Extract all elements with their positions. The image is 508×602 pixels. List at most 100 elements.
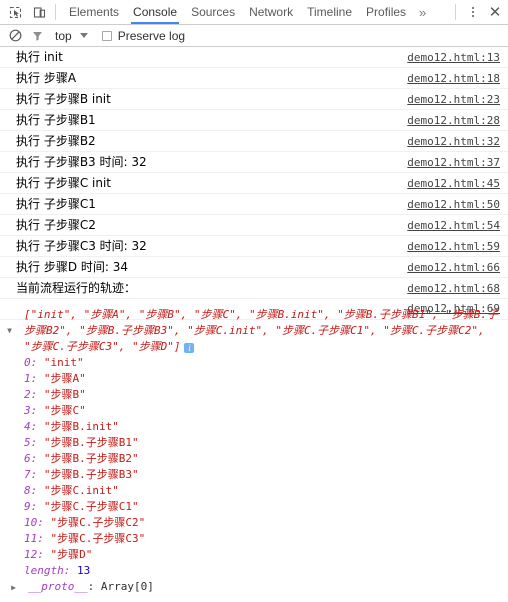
tab-console[interactable]: Console <box>126 0 184 24</box>
array-item-value: "步骤B.子步骤B2" <box>43 452 139 465</box>
source-link[interactable]: demo12.html:59 <box>397 237 500 256</box>
array-item-value: "步骤B" <box>43 388 86 401</box>
console-message: 执行 init <box>16 50 63 64</box>
array-preview-text: ["init", "步骤A", "步骤B", "步骤C", "步骤B.init"… <box>24 308 499 353</box>
console-row[interactable]: 当前流程运行的轨迹： demo12.html:68 <box>0 278 508 299</box>
source-link[interactable]: demo12.html:32 <box>397 132 500 151</box>
collapse-triangle-icon[interactable] <box>8 580 19 596</box>
source-link[interactable]: demo12.html:13 <box>397 48 500 67</box>
array-item-value: "步骤D" <box>50 548 93 561</box>
array-item-index: 3 <box>24 404 31 417</box>
panel-tabs: Elements Console Sources Network Timelin… <box>62 0 451 24</box>
inspect-cursor-icon[interactable] <box>3 0 27 24</box>
array-item[interactable]: 11: "步骤C.子步骤C3" <box>24 531 500 547</box>
console-message: 执行 子步骤B1 <box>16 113 96 127</box>
array-length-key: length <box>24 564 64 577</box>
array-item-index: 4 <box>24 420 31 433</box>
array-preview-row[interactable]: ["init", "步骤A", "步骤B", "步骤C", "步骤B.init"… <box>4 308 500 355</box>
array-item[interactable]: 4: "步骤B.init" <box>24 419 500 435</box>
console-row[interactable]: 执行 子步骤C2 demo12.html:54 <box>0 215 508 236</box>
console-row[interactable]: 执行 init demo12.html:13 <box>0 47 508 68</box>
array-item[interactable]: 7: "步骤B.子步骤B3" <box>24 467 500 483</box>
execution-context-label[interactable]: top <box>55 29 72 43</box>
array-proto-row[interactable]: __proto__: Array[0] <box>4 579 500 596</box>
array-item-index: 5 <box>24 436 31 449</box>
array-item[interactable]: 8: "步骤C.init" <box>24 483 500 499</box>
console-row[interactable]: 执行 步骤A demo12.html:18 <box>0 68 508 89</box>
array-item[interactable]: 3: "步骤C" <box>24 403 500 419</box>
array-length-value: 13 <box>77 564 91 577</box>
source-link[interactable]: demo12.html:18 <box>397 69 500 88</box>
close-icon[interactable]: ✕ <box>484 1 506 23</box>
proto-label: __proto__: Array[0] <box>28 580 154 593</box>
array-item-index: 1 <box>24 372 31 385</box>
array-item-index: 10 <box>24 516 38 529</box>
array-item-index: 8 <box>24 484 31 497</box>
console-message: 执行 子步骤B init <box>16 92 111 106</box>
array-item[interactable]: 2: "步骤B" <box>24 387 500 403</box>
tab-profiles[interactable]: Profiles <box>359 0 413 24</box>
array-item[interactable]: 9: "步骤C.子步骤C1" <box>24 499 500 515</box>
console-row[interactable]: 执行 子步骤B1 demo12.html:28 <box>0 110 508 131</box>
array-item-value: "步骤C.子步骤C3" <box>50 532 146 545</box>
console-row[interactable]: 执行 子步骤C1 demo12.html:50 <box>0 194 508 215</box>
source-link[interactable]: demo12.html:23 <box>397 90 500 109</box>
vertical-dots-icon[interactable] <box>462 1 484 23</box>
console-message: 执行 子步骤C3 时间: 32 <box>16 239 147 253</box>
array-item-value: "步骤C.子步骤C1" <box>43 500 139 513</box>
array-item[interactable]: 6: "步骤B.子步骤B2" <box>24 451 500 467</box>
array-item-value: "步骤C" <box>43 404 86 417</box>
array-item-index: 7 <box>24 468 31 481</box>
filter-funnel-icon[interactable] <box>26 26 48 46</box>
array-item-value: "步骤C.init" <box>43 484 119 497</box>
source-link[interactable]: demo12.html:28 <box>397 111 500 130</box>
console-row[interactable]: 执行 子步骤B init demo12.html:23 <box>0 89 508 110</box>
source-link[interactable]: demo12.html:66 <box>397 258 500 277</box>
console-message: 执行 子步骤B3 时间: 32 <box>16 155 147 169</box>
array-item[interactable]: 1: "步骤A" <box>24 371 500 387</box>
expand-triangle-icon[interactable] <box>4 323 15 339</box>
preserve-log-label[interactable]: Preserve log <box>118 29 185 43</box>
source-link[interactable]: demo12.html:50 <box>397 195 500 214</box>
array-item[interactable]: 10: "步骤C.子步骤C2" <box>24 515 500 531</box>
tab-elements[interactable]: Elements <box>62 0 126 24</box>
array-item-value: "步骤B.子步骤B3" <box>43 468 139 481</box>
clear-console-icon[interactable] <box>4 26 26 46</box>
console-message: 执行 步骤A <box>16 71 77 85</box>
console-message: 执行 子步骤C1 <box>16 197 96 211</box>
console-row[interactable]: 执行 子步骤B2 demo12.html:32 <box>0 131 508 152</box>
source-link[interactable]: demo12.html:45 <box>397 174 500 193</box>
chevron-down-icon[interactable] <box>79 33 88 38</box>
tab-network[interactable]: Network <box>242 0 300 24</box>
proto-value: Array[0] <box>100 580 154 593</box>
source-link[interactable]: demo12.html:68 <box>397 279 500 298</box>
devtools-tabbar: Elements Console Sources Network Timelin… <box>0 0 508 25</box>
info-icon[interactable]: i <box>184 343 195 353</box>
array-length-row[interactable]: length: 13 <box>24 563 500 579</box>
device-toolbar-icon[interactable] <box>27 0 51 24</box>
array-item[interactable]: 0: "init" <box>24 355 500 371</box>
array-item-index: 9 <box>24 500 31 513</box>
console-message-list: 执行 init demo12.html:13 执行 步骤A demo12.htm… <box>0 47 508 320</box>
console-row[interactable]: 执行 子步骤C init demo12.html:45 <box>0 173 508 194</box>
console-row[interactable]: 执行 步骤D 时间: 34 demo12.html:66 <box>0 257 508 278</box>
console-row[interactable]: 执行 子步骤B3 时间: 32 demo12.html:37 <box>0 152 508 173</box>
console-row[interactable]: 执行 子步骤C3 时间: 32 demo12.html:59 <box>0 236 508 257</box>
console-filter-bar: top Preserve log <box>0 25 508 47</box>
array-item-value: "步骤C.子步骤C2" <box>50 516 146 529</box>
console-message: 执行 步骤D 时间: 34 <box>16 260 128 274</box>
tab-sources[interactable]: Sources <box>184 0 242 24</box>
array-item[interactable]: 5: "步骤B.子步骤B1" <box>24 435 500 451</box>
tab-timeline[interactable]: Timeline <box>300 0 359 24</box>
array-item-value: "init" <box>43 356 84 369</box>
preserve-log-checkbox[interactable] <box>101 30 112 41</box>
source-link[interactable]: demo12.html:54 <box>397 216 500 235</box>
console-message: 当前流程运行的轨迹： <box>16 281 137 295</box>
array-property-list: 0: "init" 1: "步骤A" 2: "步骤B" 3: "步骤C" 4: … <box>4 355 500 579</box>
more-tabs-icon[interactable]: » <box>413 0 432 24</box>
toolbar-divider <box>55 4 56 20</box>
source-link[interactable]: demo12.html:37 <box>397 153 500 172</box>
toolbar-right-controls: ✕ <box>451 1 508 23</box>
console-message: 执行 子步骤C init <box>16 176 111 190</box>
array-item[interactable]: 12: "步骤D" <box>24 547 500 563</box>
